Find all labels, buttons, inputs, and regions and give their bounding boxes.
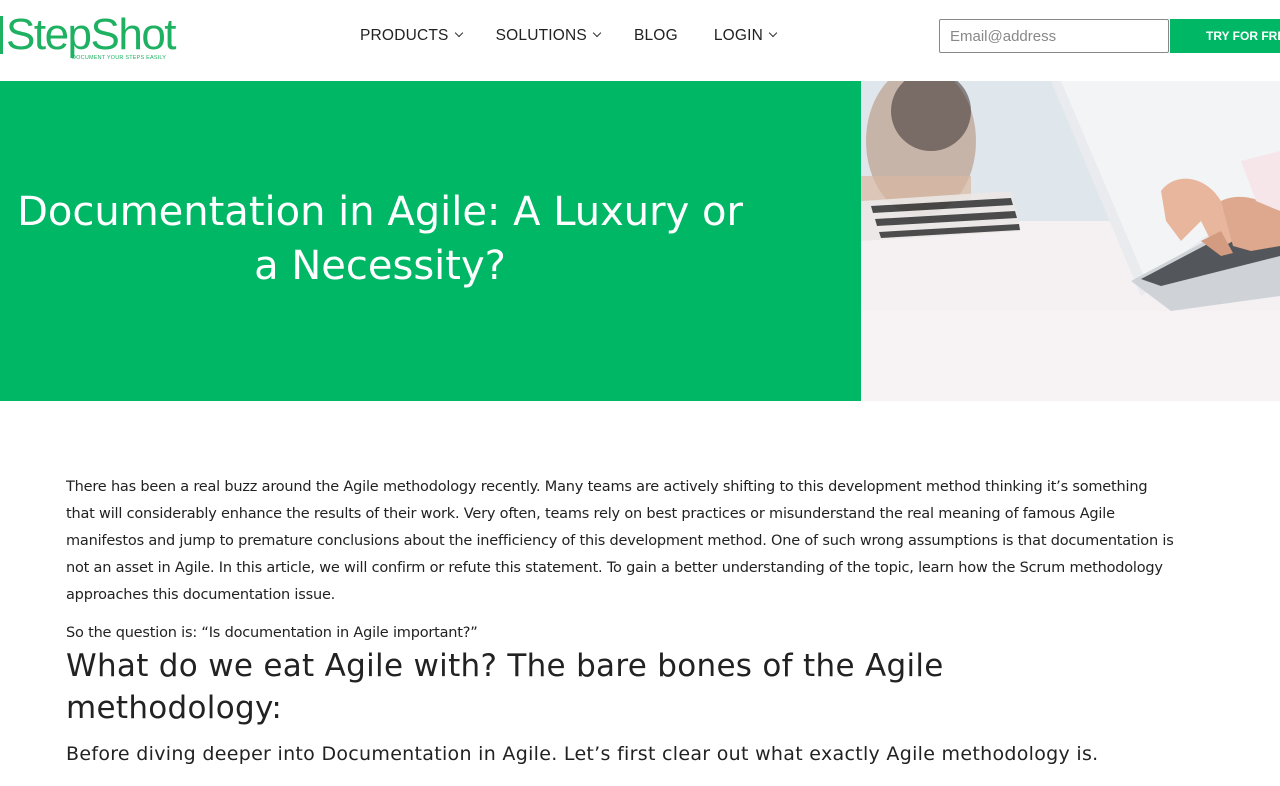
- main-nav: PRODUCTS SOLUTIONS BLOG LOGIN: [360, 27, 778, 45]
- email-field[interactable]: [939, 19, 1169, 53]
- logo-text: StepShot: [6, 10, 177, 59]
- article-body: There has been a real buzz around the Ag…: [66, 474, 1176, 767]
- article-intro-paragraph: There has been a real buzz around the Ag…: [66, 479, 1174, 603]
- nav-blog[interactable]: BLOG: [634, 27, 678, 45]
- nav-login[interactable]: LOGIN: [713, 27, 778, 45]
- nav-blog-label: BLOG: [633, 27, 678, 44]
- hero-banner: Documentation in Agile: A Luxury or a Ne…: [0, 81, 1280, 401]
- nav-solutions-label: SOLUTIONS: [495, 27, 587, 44]
- nav-login-label: LOGIN: [713, 27, 764, 44]
- logo-mark: [0, 16, 3, 54]
- hero-photo-laptop: [861, 81, 1280, 401]
- nav-solutions[interactable]: SOLUTIONS: [495, 27, 602, 45]
- chevron-down-icon: [454, 28, 463, 38]
- hero-title-panel: Documentation in Agile: A Luxury or a Ne…: [0, 81, 861, 401]
- section-subheading: Before diving deeper into Documentation …: [66, 743, 1099, 765]
- hero-photo-illustration: [861, 81, 1280, 401]
- logo-tagline: DOCUMENT YOUR STEPS EASILY: [72, 55, 167, 61]
- article-question: So the question is: “Is documentation in…: [66, 625, 478, 641]
- section-heading: What do we eat Agile with? The bare bone…: [66, 648, 944, 726]
- nav-products[interactable]: PRODUCTS: [360, 27, 463, 45]
- nav-products-label: PRODUCTS: [360, 27, 449, 44]
- stepshot-logo[interactable]: StepShot DOCUMENT YOUR STEPS EASILY: [0, 10, 177, 64]
- page-title: Documentation in Agile: A Luxury or a Ne…: [17, 189, 743, 289]
- chevron-down-icon: [592, 28, 602, 38]
- try-for-free-button[interactable]: TRY FOR FREE: [1170, 19, 1280, 53]
- chevron-down-icon: [768, 28, 778, 38]
- site-header: StepShot DOCUMENT YOUR STEPS EASILY PROD…: [0, 0, 1280, 81]
